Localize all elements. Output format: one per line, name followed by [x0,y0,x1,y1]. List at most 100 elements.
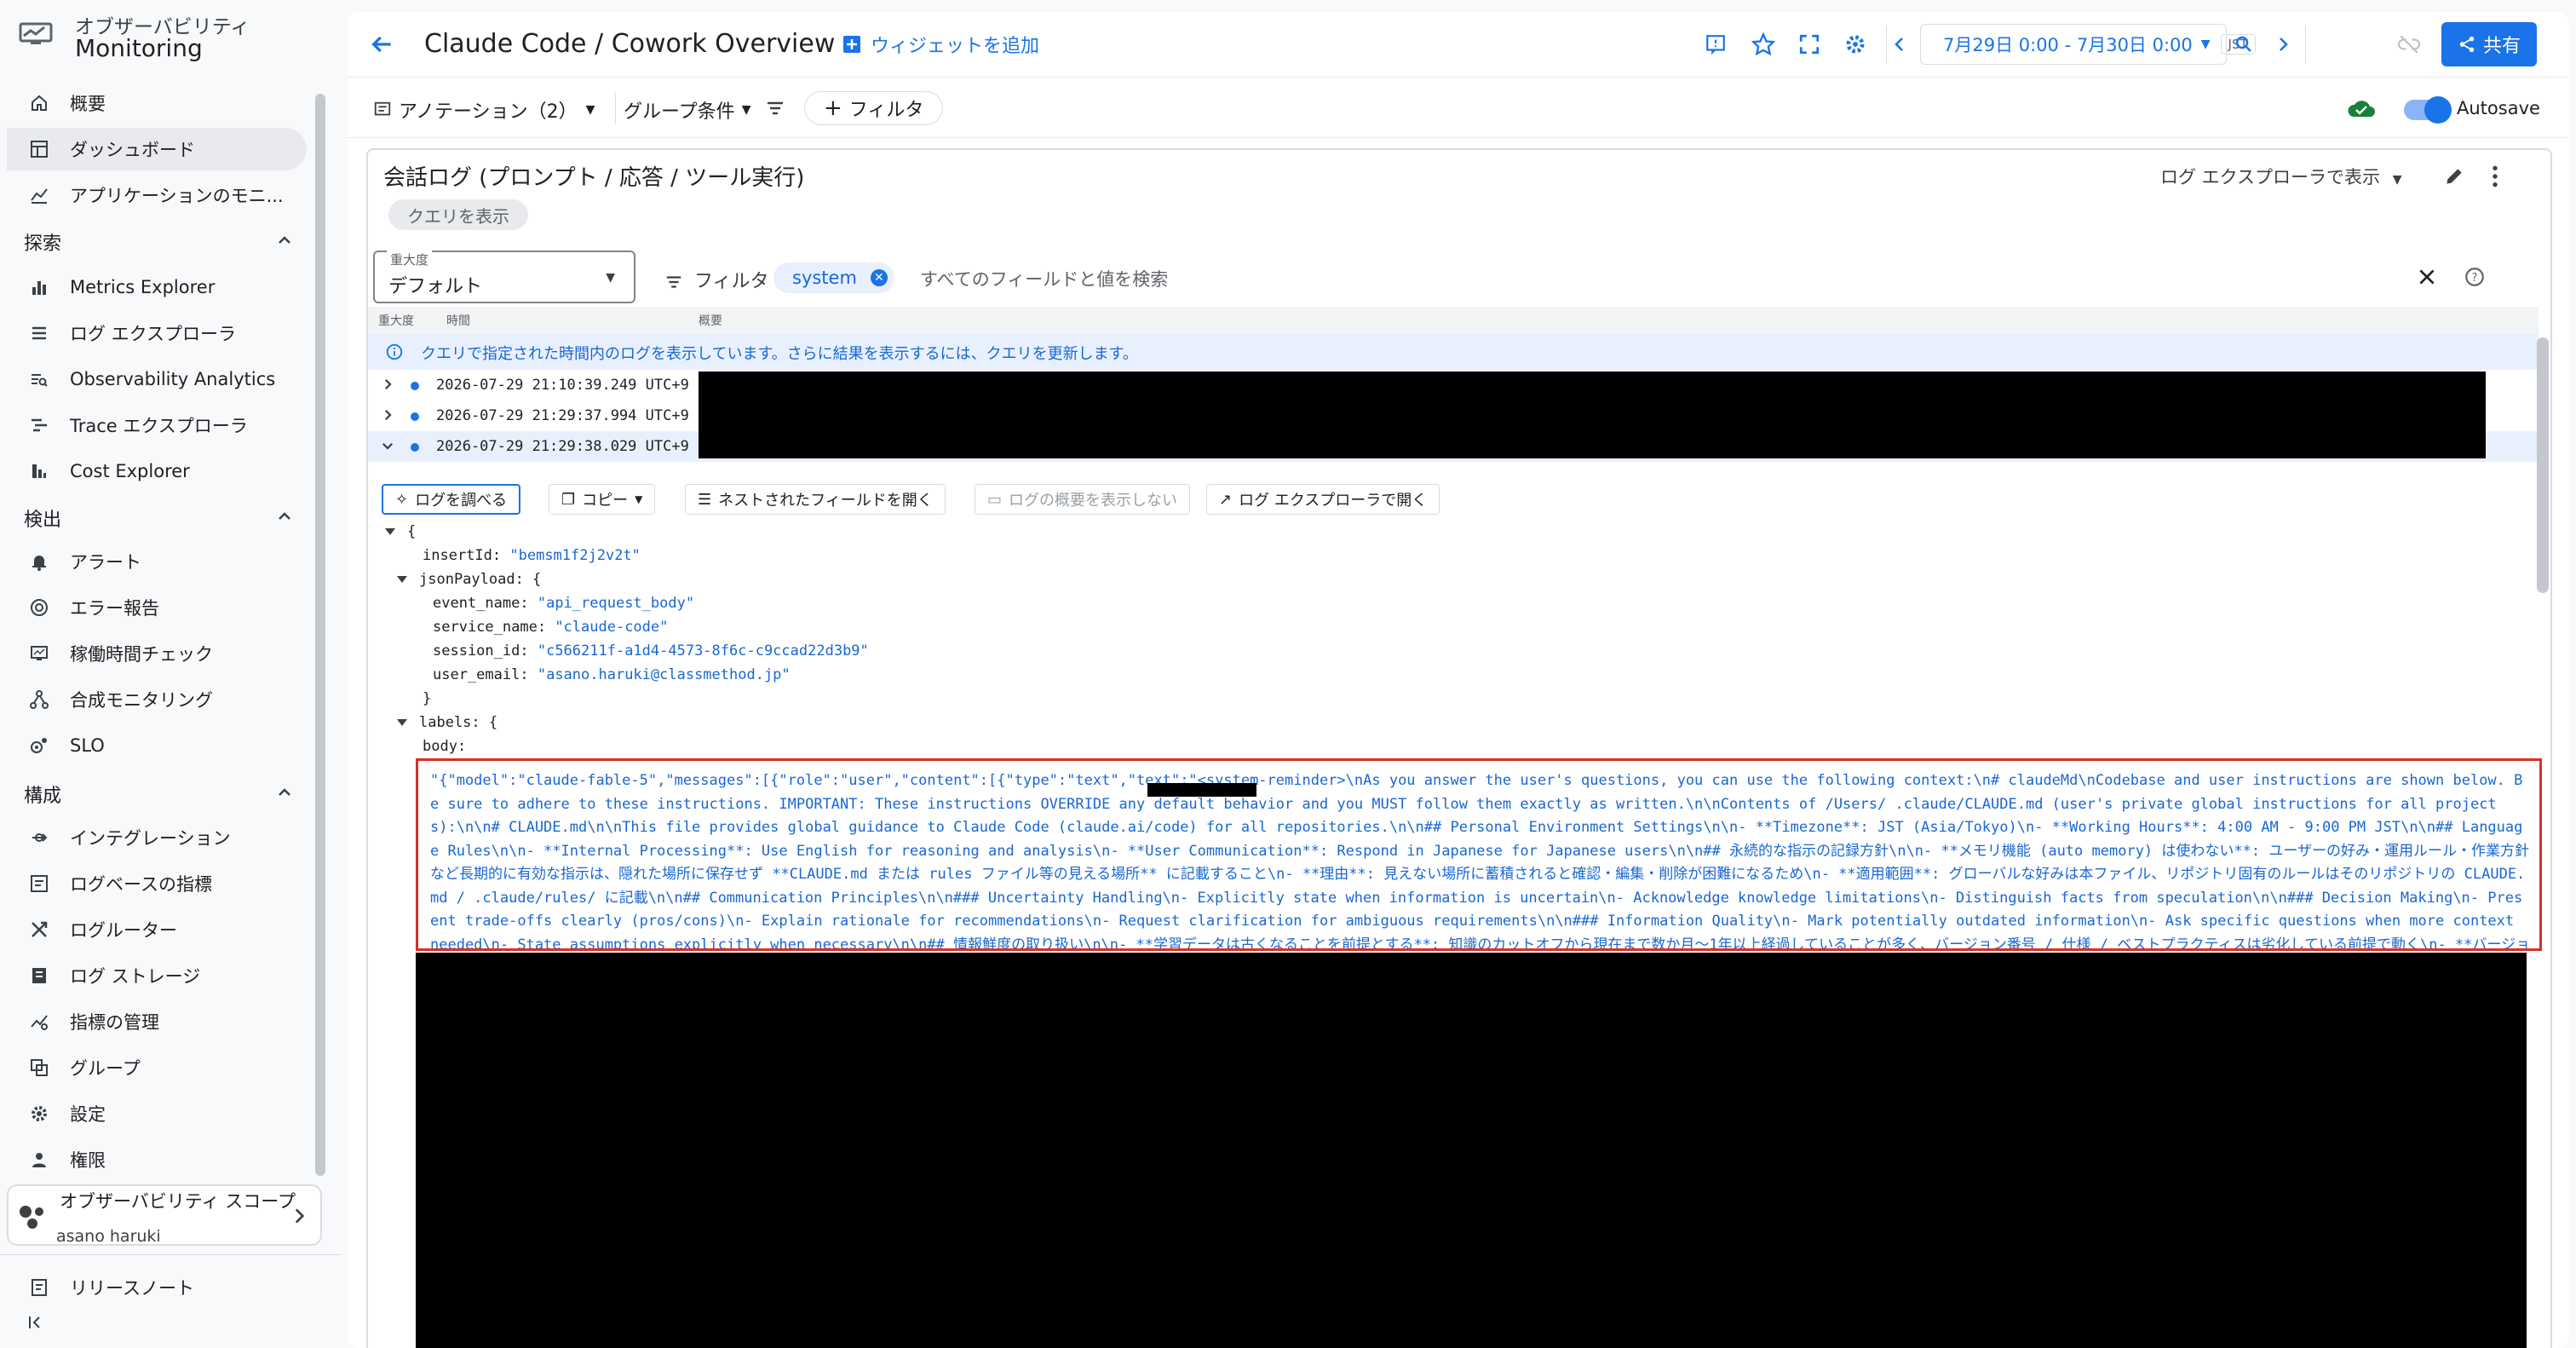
svg-text:?: ? [2472,272,2478,285]
sidebar-item-cost-explorer[interactable]: Cost Explorer [7,450,307,493]
dashboard-title[interactable]: Claude Code / Cowork Overview ▼ [424,29,859,59]
expand-nested-fields-button[interactable]: ☰ ネストされたフィールドを開く [685,484,946,515]
gear-icon[interactable] [1842,31,1869,58]
column-header-summary: 概要 [699,314,722,328]
json-field-jsonpayload[interactable]: jsonPayload: { [397,571,541,588]
sidebar-item-app-monitoring[interactable]: アプリケーションのモニ... [7,174,307,216]
view-in-log-explorer-button[interactable]: ログ エクスプローラで表示 ▼ [2160,164,2402,189]
group-by-button[interactable]: グループ条件 ▼ [624,96,750,124]
edit-pencil-icon[interactable] [2443,165,2465,187]
json-key-body: body: [423,738,467,755]
filter-chip-system[interactable]: system ✕ [773,262,894,293]
caret-down-icon: ▼ [741,103,751,117]
info-banner-text: クエリで指定された時間内のログを表示しています。さらに結果を表示するには、クエリ… [421,345,1138,363]
bell-icon [27,550,51,573]
panel-scrollbar[interactable] [2537,337,2549,593]
sidebar-item-dashboard[interactable]: ダッシュボード [7,128,307,170]
add-widget-label: ウィジェットを追加 [871,36,1040,57]
open-in-log-explorer-button[interactable]: ↗ ログ エクスプローラで開く [1206,484,1440,515]
caret-down-icon: ▼ [585,103,595,117]
storage-icon [27,964,51,988]
chevron-right-icon[interactable] [2269,31,2297,58]
share-button[interactable]: 共有 [2441,22,2537,66]
chevron-up-icon[interactable] [274,506,295,527]
sidebar-item-release-notes[interactable]: リリースノート [7,1266,307,1309]
bar-chart-icon [27,275,51,299]
sidebar-item-error-reporting[interactable]: エラー報告 [7,586,307,629]
log-search-input[interactable]: すべてのフィールドと値を検索 [920,266,1168,291]
json-key: service_name: [433,619,547,636]
sidebar-item-integrations[interactable]: インテグレーション [7,816,307,859]
inspect-log-button[interactable]: ✧ ログを調べる [382,484,521,515]
sidebar-item-alerts[interactable]: アラート [7,540,307,583]
hide-summary-button[interactable]: ▭ ログの概要を表示しない [975,484,1191,515]
annotations-button[interactable]: アノテーション（2） ▼ [373,96,595,124]
redacted-content-block [416,953,2527,1348]
sidebar-item-uptime-checks[interactable]: 稼働時間チェック [7,632,307,675]
star-icon[interactable] [1750,31,1777,58]
add-filter-label: フィルタ [848,100,924,121]
sidebar-item-slo[interactable]: SLO [7,724,307,767]
sidebar-item-observability-analytics[interactable]: Observability Analytics [7,358,307,400]
sidebar-item-log-explorer[interactable]: ログ エクスプローラ [7,312,307,354]
add-widget-button[interactable]: ウィジェットを追加 [842,31,1039,58]
sidebar-scrollbar[interactable] [315,94,325,1176]
severity-select[interactable]: 重大度 デフォルト ▼ [373,251,635,303]
error-icon [27,596,51,619]
sidebar-item-metrics-explorer[interactable]: Metrics Explorer [7,266,307,308]
json-key: insertId: [423,547,502,564]
sidebar-item-overview[interactable]: 概要 [7,82,307,124]
chevron-right-icon[interactable] [380,407,395,423]
more-vert-icon[interactable] [2484,164,2506,189]
show-query-button[interactable]: クエリを表示 [388,199,528,230]
close-icon[interactable] [2416,266,2438,288]
sidebar-item-settings[interactable]: 設定 [7,1092,307,1135]
sidebar-item-label: SLO [70,735,105,756]
sidebar-item-log-storage[interactable]: ログ ストレージ [7,954,307,997]
sidebar-item-log-router[interactable]: ログルーター [7,908,307,951]
json-field-labels[interactable]: labels: { [397,714,497,731]
sidebar-item-log-based-metrics[interactable]: ログベースの指標 [7,862,307,905]
fullscreen-icon[interactable] [1796,31,1823,58]
cloud-done-icon [2348,101,2375,117]
collapse-icon[interactable] [26,1312,46,1333]
section-configure-title: 構成 [24,786,62,807]
filter-list-icon[interactable] [765,98,785,118]
copy-button[interactable]: ❐ コピー ▼ [549,484,656,515]
chevron-up-icon[interactable] [274,230,295,251]
json-value: "claude-code" [555,619,669,636]
chevron-down-icon[interactable] [380,438,395,453]
annotations-label: アノテーション（2） [399,101,578,123]
sidebar-item-groups[interactable]: グループ [7,1046,307,1089]
sidebar-item-trace-explorer[interactable]: Trace エクスプローラ [7,404,307,446]
json-root[interactable]: { [385,523,416,540]
add-box-icon [843,36,860,53]
chevron-left-icon[interactable] [1886,31,1913,58]
sidebar-item-metrics-management[interactable]: 指標の管理 [7,1000,307,1043]
scope-title: オブザーバビリティ スコープ [60,1191,296,1212]
sidebar-item-label: Trace エクスプローラ [70,416,248,436]
annotation-icon[interactable] [1702,31,1729,58]
sidebar-item-label: 稼働時間チェック [70,644,213,665]
sidebar-item-label: Metrics Explorer [70,277,216,297]
add-filter-button[interactable]: + フィルタ [804,91,944,125]
sidebar-item-label: ログベースの指標 [70,874,212,895]
observability-scope-selector[interactable]: オブザーバビリティ スコープ asano haruki [7,1184,322,1246]
integration-icon [27,826,51,850]
chevron-right-icon[interactable] [380,377,395,392]
chevron-up-icon[interactable] [274,782,295,803]
help-icon[interactable]: ? [2464,266,2486,288]
json-brace: { [407,523,417,540]
autosave-toggle[interactable] [2404,96,2452,124]
time-range-selector[interactable]: 7月29日 0:00 - 7月30日 0:00 ▼ JST [1920,24,2256,65]
sidebar-item-synthetic-monitoring[interactable]: 合成モニタリング [7,678,307,721]
filter-button[interactable]: フィルタ [664,266,769,293]
zoom-search-icon[interactable] [2230,31,2257,58]
release-notes-icon [27,1276,51,1299]
back-arrow-icon[interactable] [368,31,395,58]
person-icon [27,1148,51,1172]
close-icon[interactable]: ✕ [870,269,888,286]
link-off-icon[interactable] [2395,31,2423,58]
sidebar-item-permissions[interactable]: 権限 [7,1138,307,1181]
json-body-value: "{"model":"claude-fable-5","messages":[{… [430,772,2531,951]
